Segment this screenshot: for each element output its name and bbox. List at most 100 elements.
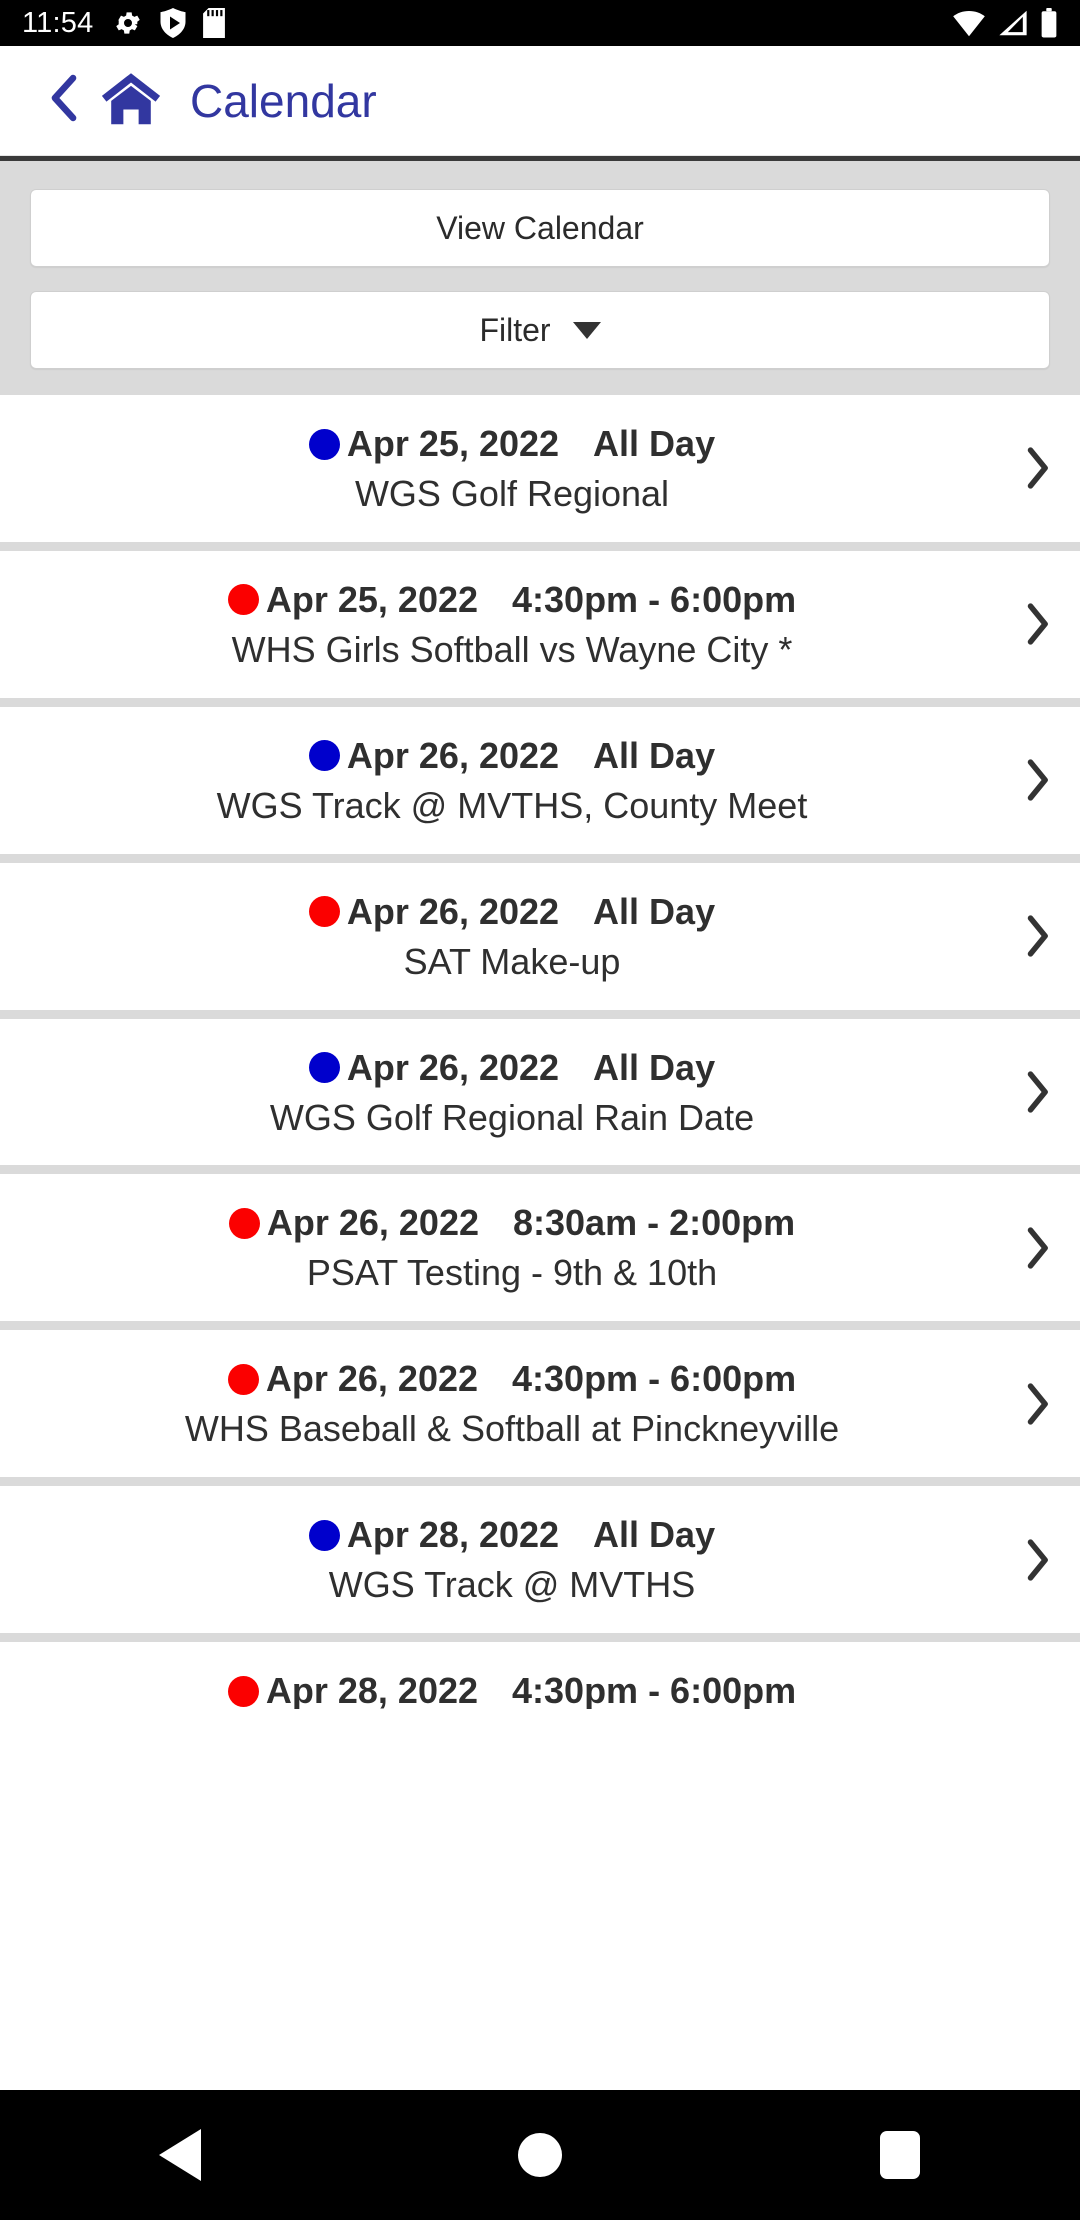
app-header: Calendar	[0, 46, 1080, 156]
cell-signal-icon	[998, 9, 1028, 37]
event-color-dot	[308, 1052, 340, 1084]
event-row[interactable]: Apr 28, 2022 4:30pm - 6:00pm	[0, 1633, 1080, 1709]
event-meta: Apr 25, 2022 4:30pm - 6:00pm	[30, 577, 994, 623]
event-date: Apr 28, 2022	[346, 1514, 560, 1556]
event-color-dot	[308, 428, 340, 460]
event-color-dot	[308, 740, 340, 772]
event-time: 4:30pm - 6:00pm	[512, 578, 797, 620]
view-calendar-button[interactable]: View Calendar	[30, 189, 1050, 267]
event-time: 4:30pm - 6:00pm	[512, 1358, 797, 1400]
nav-back-triangle-icon	[159, 2129, 201, 2181]
nav-home-button[interactable]	[480, 2133, 600, 2177]
chevron-right-icon[interactable]	[1022, 754, 1052, 806]
event-content: Apr 25, 2022 4:30pm - 6:00pm WHS Girls S…	[0, 577, 1080, 674]
event-content: Apr 26, 2022 All Day WGS Track @ MVTHS, …	[0, 733, 1080, 830]
event-meta: Apr 28, 2022 All Day	[30, 1512, 994, 1558]
view-calendar-label: View Calendar	[436, 209, 644, 246]
event-title: WGS Track @ MVTHS, County Meet	[216, 784, 808, 826]
event-row[interactable]: Apr 25, 2022 All Day WGS Golf Regional	[0, 395, 1080, 542]
chevron-right-icon[interactable]	[1022, 1534, 1052, 1586]
status-bar: 11:54	[0, 0, 1080, 46]
chevron-right-icon[interactable]	[1022, 1222, 1052, 1274]
filter-label: Filter	[479, 311, 551, 348]
event-content: Apr 26, 2022 All Day SAT Make-up	[0, 889, 1080, 986]
event-row[interactable]: Apr 26, 2022 4:30pm - 6:00pm WHS Basebal…	[0, 1321, 1080, 1478]
event-time: 8:30am - 2:00pm	[513, 1202, 796, 1244]
event-row[interactable]: Apr 26, 2022 All Day WGS Track @ MVTHS, …	[0, 697, 1080, 854]
back-button[interactable]	[42, 69, 86, 132]
calendar-toolbar: View Calendar Filter	[0, 161, 1080, 395]
home-icon	[100, 69, 162, 132]
event-content: Apr 28, 2022 4:30pm - 6:00pm	[0, 1668, 1080, 1709]
event-date: Apr 25, 2022	[265, 578, 479, 620]
status-bar-notification-icons	[113, 8, 226, 38]
wifi-icon	[952, 9, 986, 37]
event-row[interactable]: Apr 26, 2022 All Day WGS Golf Regional R…	[0, 1009, 1080, 1166]
home-button[interactable]	[100, 69, 162, 132]
event-date: Apr 26, 2022	[346, 734, 560, 776]
chevron-right-icon[interactable]	[1022, 598, 1052, 650]
event-row[interactable]: Apr 26, 2022 All Day SAT Make-up	[0, 853, 1080, 1010]
page-title: Calendar	[190, 74, 377, 127]
event-content: Apr 28, 2022 All Day WGS Track @ MVTHS	[0, 1512, 1080, 1609]
caret-down-icon	[572, 321, 601, 339]
event-title: WGS Golf Regional	[354, 473, 670, 515]
event-title: WHS Girls Softball vs Wayne City *	[231, 628, 793, 670]
status-bar-system-icons	[952, 8, 1058, 38]
event-content: Apr 25, 2022 All Day WGS Golf Regional	[0, 421, 1080, 518]
event-date: Apr 26, 2022	[346, 1046, 560, 1088]
chevron-left-icon	[42, 69, 86, 132]
event-meta: Apr 26, 2022 All Day	[30, 733, 994, 779]
event-content: Apr 26, 2022 4:30pm - 6:00pm WHS Basebal…	[0, 1356, 1080, 1453]
event-row[interactable]: Apr 25, 2022 4:30pm - 6:00pm WHS Girls S…	[0, 541, 1080, 698]
event-date: Apr 26, 2022	[265, 1358, 479, 1400]
event-date: Apr 26, 2022	[346, 890, 560, 932]
event-meta: Apr 26, 2022 4:30pm - 6:00pm	[30, 1356, 994, 1402]
chevron-right-icon[interactable]	[1022, 910, 1052, 962]
event-color-dot	[228, 1207, 260, 1239]
chevron-right-icon[interactable]	[1022, 442, 1052, 494]
chevron-right-icon[interactable]	[1022, 1066, 1052, 1118]
event-content: Apr 26, 2022 8:30am - 2:00pm PSAT Testin…	[0, 1200, 1080, 1297]
event-date: Apr 28, 2022	[265, 1670, 479, 1709]
event-meta: Apr 28, 2022 4:30pm - 6:00pm	[30, 1668, 994, 1709]
event-time: All Day	[593, 1514, 716, 1556]
nav-home-circle-icon	[518, 2133, 562, 2177]
event-row[interactable]: Apr 26, 2022 8:30am - 2:00pm PSAT Testin…	[0, 1165, 1080, 1322]
event-row[interactable]: Apr 28, 2022 All Day WGS Track @ MVTHS	[0, 1477, 1080, 1633]
event-color-dot	[227, 1363, 259, 1395]
event-meta: Apr 26, 2022 All Day	[30, 1045, 994, 1091]
event-title: WHS Baseball & Softball at Pinckneyville	[184, 1408, 840, 1450]
event-time: All Day	[593, 1046, 716, 1088]
event-time: 4:30pm - 6:00pm	[512, 1670, 797, 1709]
event-meta: Apr 26, 2022 All Day	[30, 889, 994, 935]
nav-recents-button[interactable]	[840, 2131, 960, 2179]
event-color-dot	[227, 584, 259, 616]
event-color-dot	[308, 896, 340, 928]
event-meta: Apr 26, 2022 8:30am - 2:00pm	[30, 1200, 994, 1246]
nav-back-button[interactable]	[120, 2129, 240, 2181]
gear-icon	[113, 8, 143, 38]
event-time: All Day	[593, 734, 716, 776]
status-bar-clock: 11:54	[22, 6, 94, 39]
event-title: WGS Track @ MVTHS	[328, 1564, 696, 1606]
system-navigation-bar	[0, 2090, 1080, 2220]
battery-icon	[1040, 8, 1058, 38]
event-date: Apr 25, 2022	[346, 423, 560, 464]
event-color-dot	[227, 1675, 259, 1707]
nav-recents-square-icon	[880, 2131, 920, 2179]
event-title: WGS Golf Regional Rain Date	[269, 1096, 755, 1138]
event-color-dot	[308, 1519, 340, 1551]
event-list: Apr 25, 2022 All Day WGS Golf Regional A…	[0, 395, 1080, 1709]
chevron-right-icon[interactable]	[1022, 1378, 1052, 1430]
event-title: PSAT Testing - 9th & 10th	[306, 1252, 718, 1294]
sd-card-icon	[203, 8, 226, 38]
event-date: Apr 26, 2022	[266, 1202, 479, 1244]
event-content: Apr 26, 2022 All Day WGS Golf Regional R…	[0, 1045, 1080, 1142]
event-title: SAT Make-up	[403, 940, 621, 982]
event-time: All Day	[593, 423, 716, 464]
phone-screen: 11:54 Calendar View Calendar Filter Apr …	[0, 0, 1080, 2220]
filter-dropdown[interactable]: Filter	[30, 291, 1050, 369]
event-meta: Apr 25, 2022 All Day	[30, 421, 994, 467]
play-icon	[159, 8, 187, 38]
